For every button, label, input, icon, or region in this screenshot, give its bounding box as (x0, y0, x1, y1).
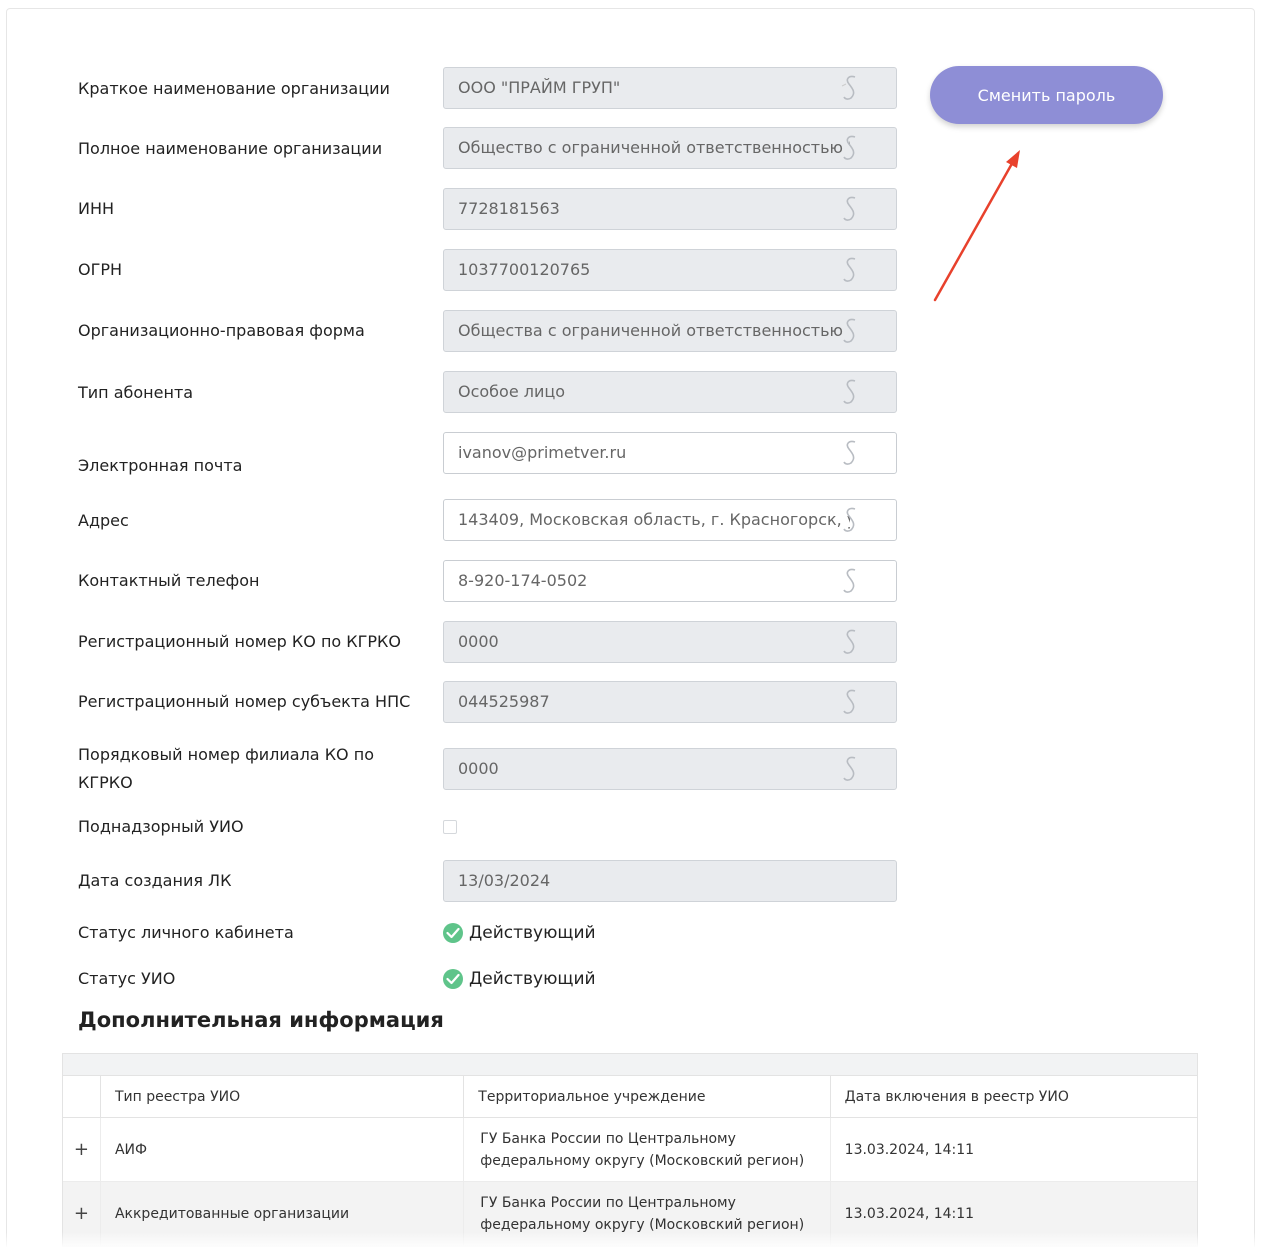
row-date: 13.03.2024, 14:11 (844, 1141, 975, 1158)
bottom-fade (0, 1232, 1261, 1247)
supervised-checkbox[interactable] (443, 820, 457, 834)
legal-form-value: Общества с ограниченной ответственностью (458, 321, 844, 340)
row-territory-line2: федеральному округу (Московский регион) (480, 1152, 805, 1169)
branch-number-value: 0000 (458, 759, 499, 778)
uio-status: Действующий (443, 967, 596, 991)
label-branch-line2: КГРКО (78, 773, 133, 792)
phone-field[interactable]: 8-920-174-0502 (443, 560, 897, 602)
ogrn-value: 1037700120765 (458, 260, 591, 279)
cabinet-status: Действующий (443, 921, 596, 945)
full-name-field: Общество с ограниченной ответственностью… (443, 127, 897, 169)
label-short-name: Краткое наименование организации (78, 79, 390, 98)
check-circle-icon (443, 923, 463, 943)
red-arrow-annotation (933, 150, 1020, 302)
uio-status-value: Действующий (469, 969, 596, 989)
additional-info-title: Дополнительная информация (78, 1008, 444, 1032)
row-territory-line1: ГУ Банка России по Центральному (480, 1194, 736, 1211)
label-inn: ИНН (78, 199, 115, 218)
address-field[interactable]: 143409, Московская область, г. Красногор… (443, 499, 897, 541)
label-cabinet-status: Статус личного кабинета (78, 923, 294, 942)
expand-column-header (63, 1076, 101, 1117)
address-value: 143409, Московская область, г. Красногор… (458, 510, 850, 529)
short-name-field: ООО "ПРАЙМ ГРУП" (443, 67, 897, 109)
label-address: Адрес (78, 511, 129, 530)
table-header: Тип реестра УИО Территориальное учрежден… (63, 1076, 1197, 1118)
label-branch-line1: Порядковый номер филиала КО по (78, 745, 374, 764)
signature-icon (843, 689, 856, 714)
full-name-value: Общество с ограниченной ответственностью… (458, 138, 850, 157)
row-territory-line1: ГУ Банка России по Центральному (480, 1130, 736, 1147)
table-row[interactable]: + АИФ ГУ Банка России по Центральному фе… (63, 1118, 1197, 1182)
label-kgrko-number: Регистрационный номер КО по КГРКО (78, 632, 401, 651)
label-email: Электронная почта (78, 456, 243, 475)
subscriber-type-field: Особое лицо (443, 371, 897, 413)
label-ogrn: ОГРН (78, 260, 123, 279)
signature-icon (843, 507, 856, 532)
signature-icon (843, 756, 856, 781)
email-field[interactable]: ivanov@primetver.ru (443, 432, 897, 474)
row-territory: ГУ Банка России по Центральному федераль… (464, 1118, 831, 1181)
short-name-value: ООО "ПРАЙМ ГРУП" (458, 78, 621, 97)
signature-icon (843, 379, 856, 404)
signature-icon (843, 568, 856, 593)
uio-registry-table: Тип реестра УИО Территориальное учрежден… (62, 1053, 1198, 1247)
signature-icon (841, 75, 856, 100)
column-header-type[interactable]: Тип реестра УИО (101, 1076, 465, 1117)
signature-icon (843, 135, 856, 160)
kgrko-number-field: 0000 (443, 621, 897, 663)
label-branch-number: Порядковый номер филиала КО по КГРКО (78, 741, 418, 797)
nps-number-value: 044525987 (458, 692, 550, 711)
label-created-date: Дата создания ЛК (78, 871, 232, 890)
table-toolbar (63, 1054, 1197, 1076)
label-phone: Контактный телефон (78, 571, 260, 590)
kgrko-number-value: 0000 (458, 632, 499, 651)
column-header-date[interactable]: Дата включения в реестр УИО (831, 1076, 1197, 1117)
change-password-button[interactable]: Сменить пароль (930, 66, 1163, 124)
row-type: АИФ (101, 1118, 465, 1181)
phone-value: 8-920-174-0502 (458, 571, 588, 590)
inn-field: 7728181563 (443, 188, 897, 230)
cabinet-status-value: Действующий (469, 923, 596, 943)
signature-icon (843, 318, 856, 343)
signature-icon (843, 629, 856, 654)
nps-number-field: 044525987 (443, 681, 897, 723)
branch-number-field: 0000 (443, 748, 897, 790)
ogrn-field: 1037700120765 (443, 249, 897, 291)
label-uio-status: Статус УИО (78, 969, 176, 988)
label-nps-number: Регистрационный номер субъекта НПС (78, 692, 411, 711)
inn-value: 7728181563 (458, 199, 560, 218)
check-circle-icon (443, 969, 463, 989)
label-supervised: Поднадзорный УИО (78, 817, 244, 836)
label-legal-form: Организационно-правовая форма (78, 321, 365, 340)
created-date-field: 13/03/2024 (443, 860, 897, 902)
created-date-value: 13/03/2024 (458, 871, 551, 890)
signature-icon (843, 440, 856, 465)
label-full-name: Полное наименование организации (78, 139, 383, 158)
email-value: ivanov@primetver.ru (458, 443, 627, 462)
expand-plus-icon[interactable]: + (63, 1118, 101, 1181)
legal-form-field: Общества с ограниченной ответственностью (443, 310, 897, 352)
signature-icon (843, 257, 856, 282)
subscriber-type-value: Особое лицо (458, 382, 566, 401)
label-subscriber-type: Тип абонента (78, 383, 194, 402)
signature-icon (843, 196, 856, 221)
column-header-territory[interactable]: Территориальное учреждение (464, 1076, 831, 1117)
